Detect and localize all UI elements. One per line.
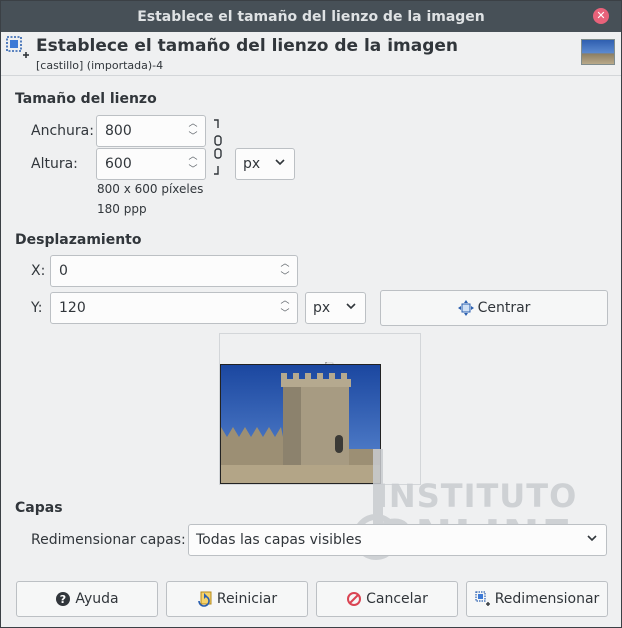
cancel-button[interactable]: Cancelar bbox=[316, 581, 458, 617]
title-bar[interactable]: Establece el tamaño del lienzo de la ima… bbox=[1, 1, 621, 32]
resize-button-label: Redimensionar bbox=[494, 591, 600, 607]
canvas-unit-select[interactable]: px bbox=[235, 148, 295, 180]
help-icon: ? bbox=[56, 592, 71, 606]
offset-unit-value: px bbox=[313, 300, 331, 316]
y-offset-value: 120 bbox=[59, 300, 86, 316]
canvas-pixels-info: 800 x 600 píxeles bbox=[97, 182, 204, 196]
image-name: [castillo] (importada)-4 bbox=[36, 59, 164, 72]
y-offset-spinbox[interactable]: 120 ︿ ﹀ bbox=[50, 292, 298, 324]
width-stepper-icon[interactable]: ︿ ﹀ bbox=[187, 118, 199, 144]
window-title: Establece el tamaño del lienzo de la ima… bbox=[137, 8, 485, 25]
help-button-label: Ayuda bbox=[75, 591, 119, 607]
image-thumbnail bbox=[581, 39, 615, 65]
resize-layers-label: Redimensionar capas: bbox=[31, 532, 186, 548]
cancel-icon bbox=[347, 592, 362, 606]
width-spinbox[interactable]: 800 ︿ ﹀ bbox=[96, 115, 206, 147]
height-label: Altura: bbox=[31, 156, 78, 172]
width-label: Anchura: bbox=[31, 123, 94, 139]
resize-layers-value: Todas las capas visibles bbox=[196, 532, 362, 548]
dialog-heading: Establece el tamaño del lienzo de la ima… bbox=[36, 36, 459, 56]
x-offset-value: 0 bbox=[59, 263, 68, 279]
center-button[interactable]: Centrar bbox=[380, 290, 608, 326]
x-offset-spinbox[interactable]: 0 ︿ ﹀ bbox=[50, 255, 298, 287]
resize-layers-select[interactable]: Todas las capas visibles bbox=[188, 524, 607, 556]
width-value: 800 bbox=[105, 123, 132, 139]
cancel-button-label: Cancelar bbox=[366, 591, 428, 607]
y-stepper-icon[interactable]: ︿ ﹀ bbox=[279, 295, 291, 321]
x-stepper-icon[interactable]: ︿ ﹀ bbox=[279, 258, 291, 284]
height-spinbox[interactable]: 600 ︿ ﹀ bbox=[96, 148, 206, 180]
reset-button-label: Reiniciar bbox=[216, 591, 278, 607]
offset-section-title: Desplazamiento bbox=[15, 232, 142, 248]
canvas-resolution-info: 180 ppp bbox=[97, 202, 147, 216]
height-value: 600 bbox=[105, 156, 132, 172]
help-button[interactable]: ? Ayuda bbox=[16, 581, 158, 617]
close-icon[interactable]: ✕ bbox=[593, 8, 609, 24]
layers-section-title: Capas bbox=[15, 500, 63, 516]
dialog-window: Establece el tamaño del lienzo de la ima… bbox=[0, 0, 622, 628]
chevron-down-icon bbox=[275, 159, 285, 166]
castle-image bbox=[221, 365, 380, 483]
canvas-resize-icon bbox=[475, 591, 490, 606]
y-label: Y: bbox=[31, 300, 43, 316]
reset-button[interactable]: Reiniciar bbox=[166, 581, 308, 617]
chevron-down-icon bbox=[587, 535, 597, 542]
resize-button[interactable]: Redimensionar bbox=[466, 581, 608, 617]
x-label: X: bbox=[31, 263, 46, 279]
preview-image bbox=[220, 364, 381, 484]
svg-text:?: ? bbox=[60, 593, 66, 606]
canvas-preview[interactable] bbox=[219, 333, 421, 485]
canvas-size-icon bbox=[6, 36, 29, 58]
canvas-unit-value: px bbox=[243, 156, 261, 172]
canvas-size-section-title: Tamaño del lienzo bbox=[15, 91, 157, 107]
offset-unit-select[interactable]: px bbox=[305, 292, 366, 324]
center-icon bbox=[457, 300, 474, 316]
chain-link-icon[interactable] bbox=[212, 118, 224, 176]
center-button-label: Centrar bbox=[477, 300, 531, 316]
height-stepper-icon[interactable]: ︿ ﹀ bbox=[187, 151, 199, 177]
reset-icon bbox=[198, 591, 212, 607]
chevron-down-icon bbox=[346, 303, 356, 310]
dialog-header: Establece el tamaño del lienzo de la ima… bbox=[1, 32, 621, 76]
